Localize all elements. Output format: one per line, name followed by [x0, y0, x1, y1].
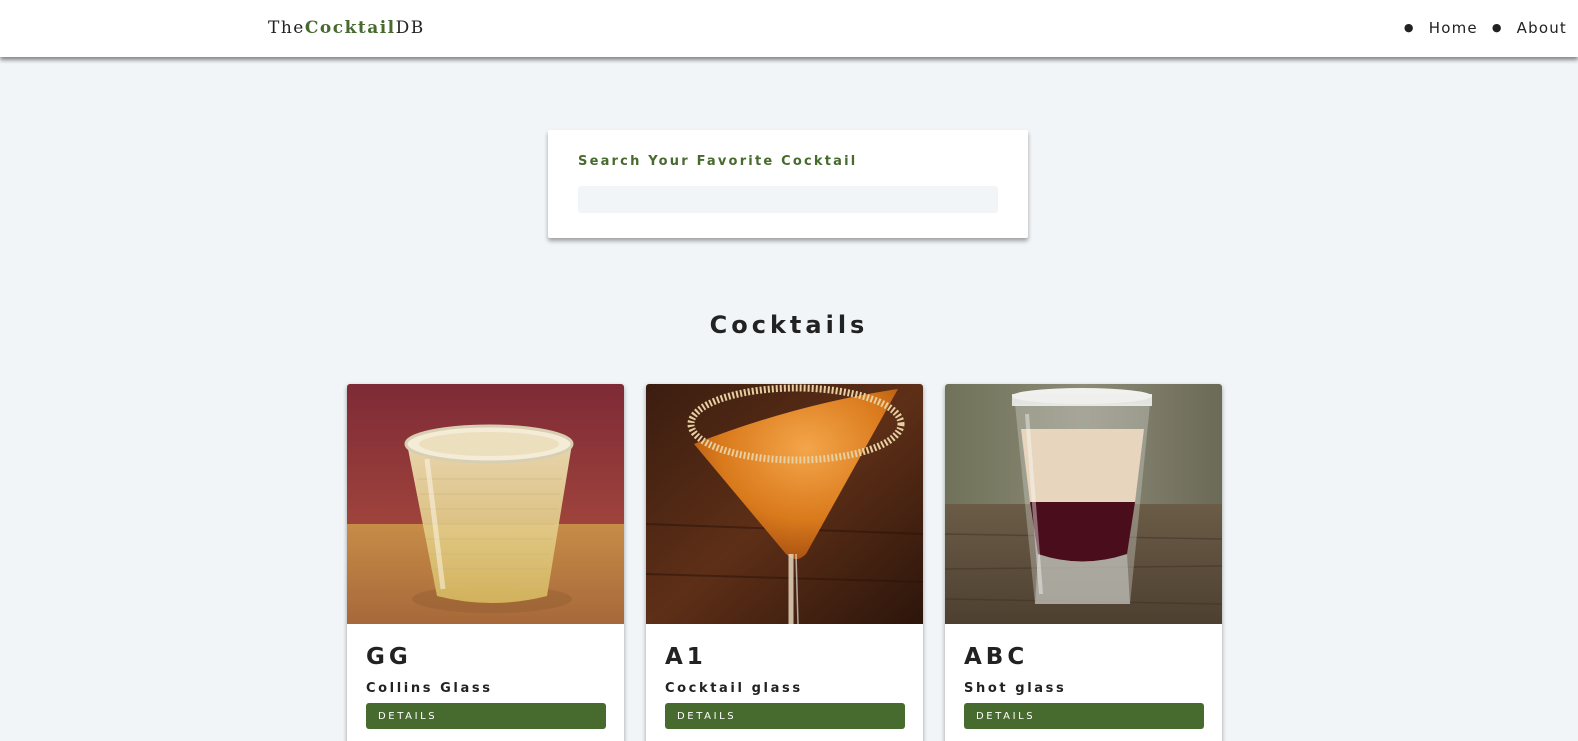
cocktail-image	[945, 384, 1222, 624]
search-form: Search Your Favorite Cocktail	[548, 130, 1028, 238]
logo-brand: Cocktail	[304, 18, 396, 38]
bullet-icon: ●	[1491, 21, 1503, 34]
cocktail-image	[646, 384, 923, 624]
cocktail-image	[347, 384, 624, 624]
layered-shot-image	[945, 384, 1222, 624]
logo-suffix: DB	[395, 18, 425, 38]
drink-in-rocks-glass-image	[347, 384, 624, 624]
cocktail-card: GG Collins Glass DETAILS	[347, 384, 624, 741]
logo-prefix: The	[268, 18, 305, 38]
nav-link-about[interactable]: About	[1517, 18, 1567, 38]
cocktail-name: GG	[366, 644, 412, 670]
nav-item-about: ● About	[1492, 18, 1567, 38]
bullet-icon: ●	[1403, 21, 1415, 34]
details-button[interactable]: DETAILS	[366, 703, 606, 729]
section-title: Cocktails	[709, 311, 869, 339]
details-button[interactable]: DETAILS	[665, 703, 905, 729]
orange-martini-image	[646, 384, 923, 624]
nav-item-home: ● Home	[1404, 18, 1478, 38]
search-input[interactable]	[578, 186, 998, 213]
cocktail-card: ABC Shot glass DETAILS	[945, 384, 1222, 741]
cocktail-glass: Shot glass	[964, 681, 1067, 696]
navbar: TheCocktailDB ● Home ● About	[0, 0, 1578, 57]
search-label: Search Your Favorite Cocktail	[578, 154, 858, 169]
nav-link-home[interactable]: Home	[1429, 18, 1478, 38]
cocktail-glass: Cocktail glass	[665, 681, 803, 696]
cocktail-card: A1 Cocktail glass DETAILS	[646, 384, 923, 741]
nav-links: ● Home ● About	[1390, 18, 1567, 38]
cocktail-name: ABC	[964, 644, 1029, 670]
logo[interactable]: TheCocktailDB	[268, 17, 425, 39]
cocktail-glass: Collins Glass	[366, 681, 493, 696]
cocktail-name: A1	[665, 644, 707, 670]
details-button[interactable]: DETAILS	[964, 703, 1204, 729]
